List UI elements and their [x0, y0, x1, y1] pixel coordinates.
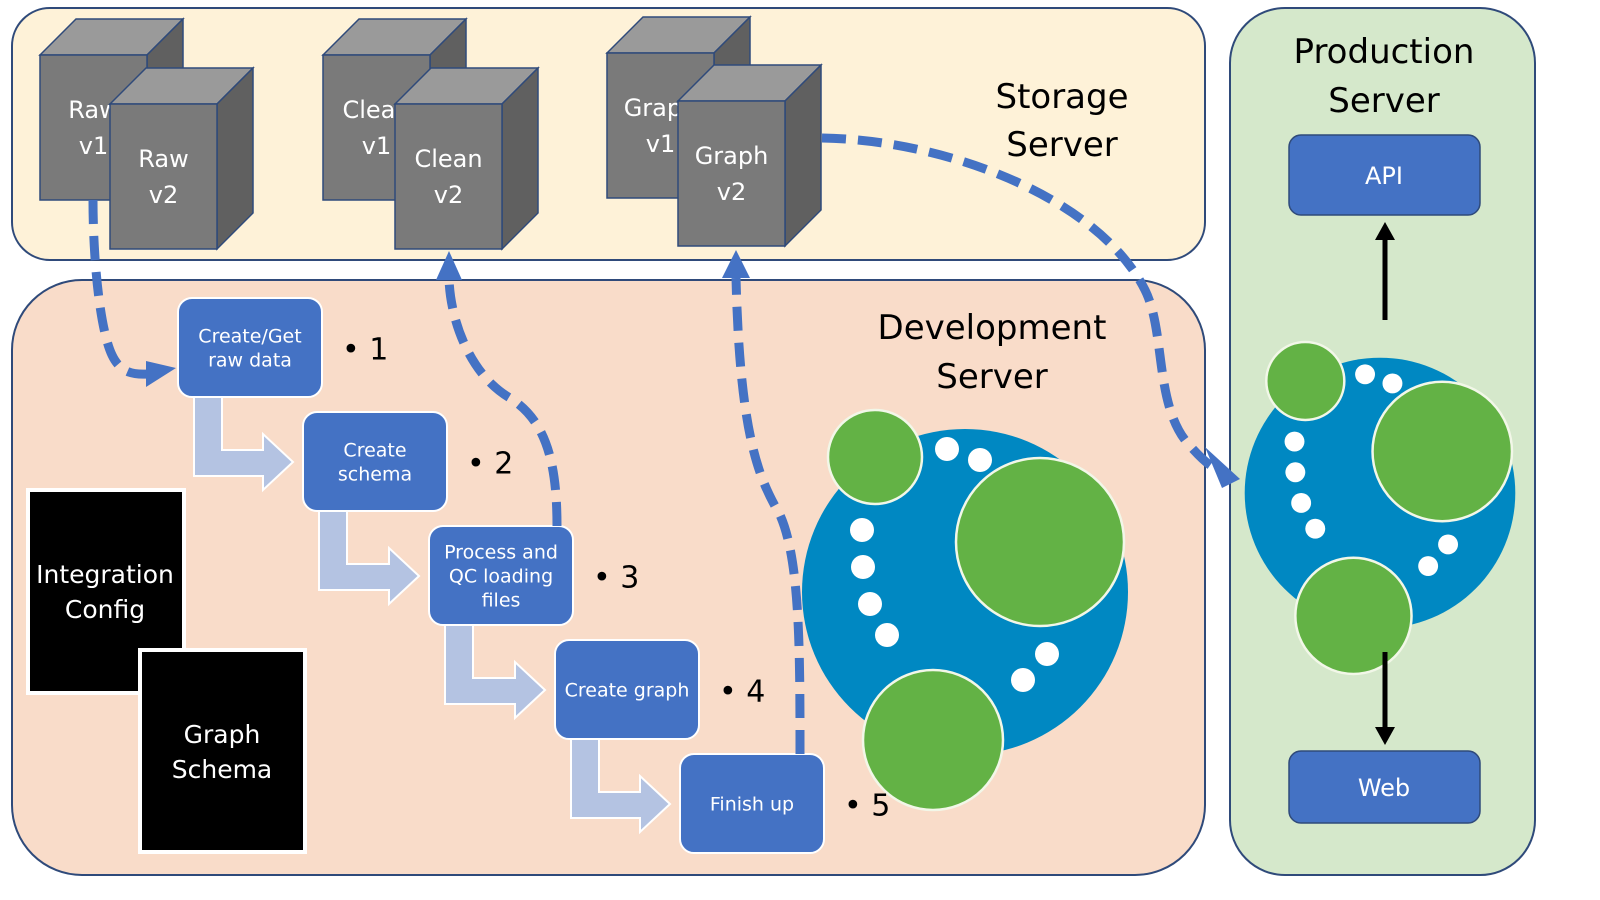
step-box[interactable]: Process andQC loadingfiles: [428, 525, 574, 626]
cube-label-line1: Raw: [138, 145, 188, 173]
step-label: Finish up: [710, 794, 794, 816]
step-label: Process and: [444, 542, 558, 564]
cube-label-line1: Clean: [414, 145, 482, 173]
cube-label-line2: v2: [434, 181, 463, 209]
step-number: • 5: [844, 789, 890, 824]
step-number: • 2: [467, 447, 513, 482]
logo-node: [861, 668, 1005, 812]
storage-cube[interactable]: Graph v2: [676, 63, 823, 248]
logo-dot: [850, 518, 874, 542]
storage-cubes: Rawv1 Rawv2Cleanv1 Cleanv2Graphv1 Graphv2: [38, 15, 823, 251]
logo-node: [1265, 340, 1346, 422]
logo-dot: [1305, 518, 1326, 539]
step-label: files: [482, 590, 521, 612]
step-box[interactable]: Finish up: [679, 753, 825, 854]
logo-dot: [935, 437, 959, 461]
step-box[interactable]: Create graph: [554, 639, 700, 740]
api-label: API: [1365, 162, 1403, 190]
logo-dot: [1382, 373, 1403, 394]
logo-dot: [875, 623, 899, 647]
logo-dot: [1438, 534, 1459, 555]
storage-cube[interactable]: Raw v2: [108, 66, 255, 251]
cube-label-line2: v2: [149, 181, 178, 209]
logo-dot: [1418, 556, 1439, 576]
production-title-line1: Production: [1294, 32, 1475, 72]
step-label: raw data: [208, 350, 292, 372]
cube-label-line2: v1: [362, 132, 391, 160]
step-number: • 4: [719, 675, 765, 710]
production-title-line2: Server: [1328, 81, 1440, 121]
logo-dot: [858, 592, 882, 616]
step-label: schema: [338, 464, 412, 486]
api-button[interactable]: API: [1288, 134, 1481, 216]
logo-dot: [1284, 431, 1305, 452]
storage-title-line1: Storage: [995, 77, 1128, 117]
architecture-diagram: Storage Server Development Server Produc…: [11, 7, 1536, 876]
cube-label-line2: v1: [79, 132, 108, 160]
logo-dot: [851, 555, 875, 579]
storage-title-line2: Server: [1006, 125, 1118, 165]
step-number: • 3: [593, 561, 639, 596]
cube-label-line1: Graph: [695, 142, 769, 170]
cube-label-line2: v1: [646, 130, 675, 158]
step-label: QC loading: [449, 566, 553, 588]
logo-node: [1371, 380, 1514, 523]
cube-label-line2: v2: [717, 178, 746, 206]
step-box[interactable]: Create/Getraw data: [177, 297, 323, 398]
storage-cube[interactable]: Clean v2: [393, 66, 540, 251]
graph-schema-line2: Schema: [172, 755, 273, 784]
logo-node: [1294, 556, 1413, 676]
logo-node: [954, 456, 1126, 628]
logo-node: [826, 408, 924, 506]
logo-dot: [1035, 642, 1059, 666]
web-label: Web: [1358, 774, 1410, 802]
step-label: Create/Get: [198, 326, 301, 348]
graph-schema-document[interactable]: Graph Schema: [138, 648, 307, 854]
step-box[interactable]: Createschema: [302, 411, 448, 512]
logo-dot: [1285, 462, 1306, 483]
development-title-line2: Server: [936, 357, 1048, 397]
integration-config-line2: Config: [65, 595, 145, 624]
integration-config-line1: Integration: [36, 560, 174, 589]
logo-dot: [1011, 668, 1035, 692]
web-button[interactable]: Web: [1288, 750, 1481, 824]
development-title-line1: Development: [878, 308, 1107, 348]
graph-schema-line1: Graph: [184, 720, 261, 749]
logo-dot: [1291, 493, 1312, 513]
step-label: Create graph: [565, 680, 690, 702]
step-number: • 1: [342, 333, 388, 368]
step-label: Create: [343, 440, 406, 462]
logo-dot: [1355, 364, 1376, 385]
logo-dot: [968, 448, 992, 472]
